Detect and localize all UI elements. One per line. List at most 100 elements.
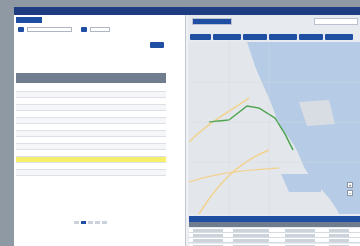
row-name xyxy=(36,171,60,176)
row-value-b xyxy=(122,93,144,98)
row-value-a xyxy=(92,99,110,104)
results-cell xyxy=(329,234,349,238)
tab-secondary[interactable] xyxy=(314,18,358,25)
row-value-a xyxy=(92,132,110,137)
map-action-4[interactable] xyxy=(269,34,297,40)
row-value-b xyxy=(122,132,144,137)
row-id[interactable] xyxy=(18,151,34,156)
row-value-a xyxy=(92,119,110,124)
results-cell xyxy=(285,229,315,232)
row-id[interactable] xyxy=(18,93,34,98)
results-cell xyxy=(193,239,223,243)
map-action-3[interactable] xyxy=(243,34,267,40)
subtab-3[interactable] xyxy=(268,27,288,32)
row-value-a xyxy=(92,106,110,111)
row-id[interactable] xyxy=(18,145,34,150)
zoom-out-button[interactable]: − xyxy=(347,190,353,196)
row-id[interactable] xyxy=(18,99,34,104)
map-action-2[interactable] xyxy=(213,34,241,40)
right-panel: + − xyxy=(188,15,360,246)
filter-chip-2[interactable] xyxy=(81,27,87,32)
map-action-5[interactable] xyxy=(299,34,323,40)
row-value-b xyxy=(122,138,144,143)
map-action-1[interactable] xyxy=(190,34,211,40)
row-id[interactable] xyxy=(18,125,34,130)
row-name xyxy=(36,93,60,98)
results-cell xyxy=(233,234,269,238)
pagination xyxy=(74,220,144,224)
results-cell xyxy=(233,229,269,232)
results-cell xyxy=(285,234,315,238)
table-header xyxy=(16,73,166,83)
row-value-b xyxy=(122,151,144,156)
row-name xyxy=(36,99,60,104)
row-value-a xyxy=(92,112,110,117)
row-name xyxy=(36,86,60,91)
filter-field-1[interactable] xyxy=(27,27,72,32)
results-cell xyxy=(285,239,315,243)
map-view[interactable]: + − xyxy=(189,42,360,214)
results-header xyxy=(189,222,360,227)
page-button[interactable] xyxy=(74,220,79,224)
page-button[interactable] xyxy=(102,220,107,224)
table-row[interactable] xyxy=(16,169,166,176)
tab-map[interactable] xyxy=(192,18,232,25)
row-value-b xyxy=(122,106,144,111)
row-id[interactable] xyxy=(18,138,34,143)
nav-item-2[interactable] xyxy=(42,9,60,13)
row-id[interactable] xyxy=(18,158,34,163)
page-button[interactable] xyxy=(88,220,93,224)
application-window: + − xyxy=(14,7,360,246)
nav-item-4[interactable] xyxy=(118,9,158,13)
row-value-a xyxy=(92,151,110,156)
row-name xyxy=(36,145,60,150)
results-cell xyxy=(193,234,223,238)
search-button[interactable] xyxy=(150,42,164,48)
page-button[interactable] xyxy=(81,220,86,224)
row-id[interactable] xyxy=(18,86,34,91)
row-id[interactable] xyxy=(18,171,34,176)
row-name xyxy=(36,164,60,169)
map-action-6[interactable] xyxy=(325,34,353,40)
top-bar xyxy=(14,7,360,15)
results-cell xyxy=(193,229,223,232)
subtab-1[interactable] xyxy=(194,27,232,32)
row-name xyxy=(36,138,60,143)
row-value-a xyxy=(92,125,110,130)
nav-item-1[interactable] xyxy=(22,9,40,13)
map-tabs xyxy=(188,18,360,25)
row-name xyxy=(36,132,60,137)
row-name xyxy=(36,125,60,130)
zoom-in-button[interactable]: + xyxy=(347,182,353,188)
row-value-a xyxy=(92,138,110,143)
row-id[interactable] xyxy=(18,119,34,124)
row-value-a xyxy=(92,164,110,169)
row-value-a xyxy=(92,86,110,91)
row-value-b xyxy=(122,164,144,169)
row-id[interactable] xyxy=(18,106,34,111)
subtab-2[interactable] xyxy=(236,27,266,32)
row-value-b xyxy=(122,99,144,104)
map-canvas xyxy=(189,42,360,214)
row-name xyxy=(36,158,60,163)
row-value-b xyxy=(122,86,144,91)
row-value-b xyxy=(122,171,144,176)
nav-item-3[interactable] xyxy=(78,9,108,13)
row-id[interactable] xyxy=(18,132,34,137)
row-value-a xyxy=(92,93,110,98)
search-form-row xyxy=(18,27,110,32)
row-id[interactable] xyxy=(18,112,34,117)
row-value-a xyxy=(92,145,110,150)
filter-chip-1[interactable] xyxy=(18,27,24,32)
row-value-b xyxy=(122,145,144,150)
results-cell xyxy=(329,229,349,232)
row-name xyxy=(36,112,60,117)
row-value-b xyxy=(122,119,144,124)
page-button[interactable] xyxy=(95,220,100,224)
tab-search[interactable] xyxy=(16,17,42,23)
row-name xyxy=(36,151,60,156)
row-value-a xyxy=(92,171,110,176)
row-value-b xyxy=(122,158,144,163)
row-id[interactable] xyxy=(18,164,34,169)
filter-field-2[interactable] xyxy=(90,27,110,32)
